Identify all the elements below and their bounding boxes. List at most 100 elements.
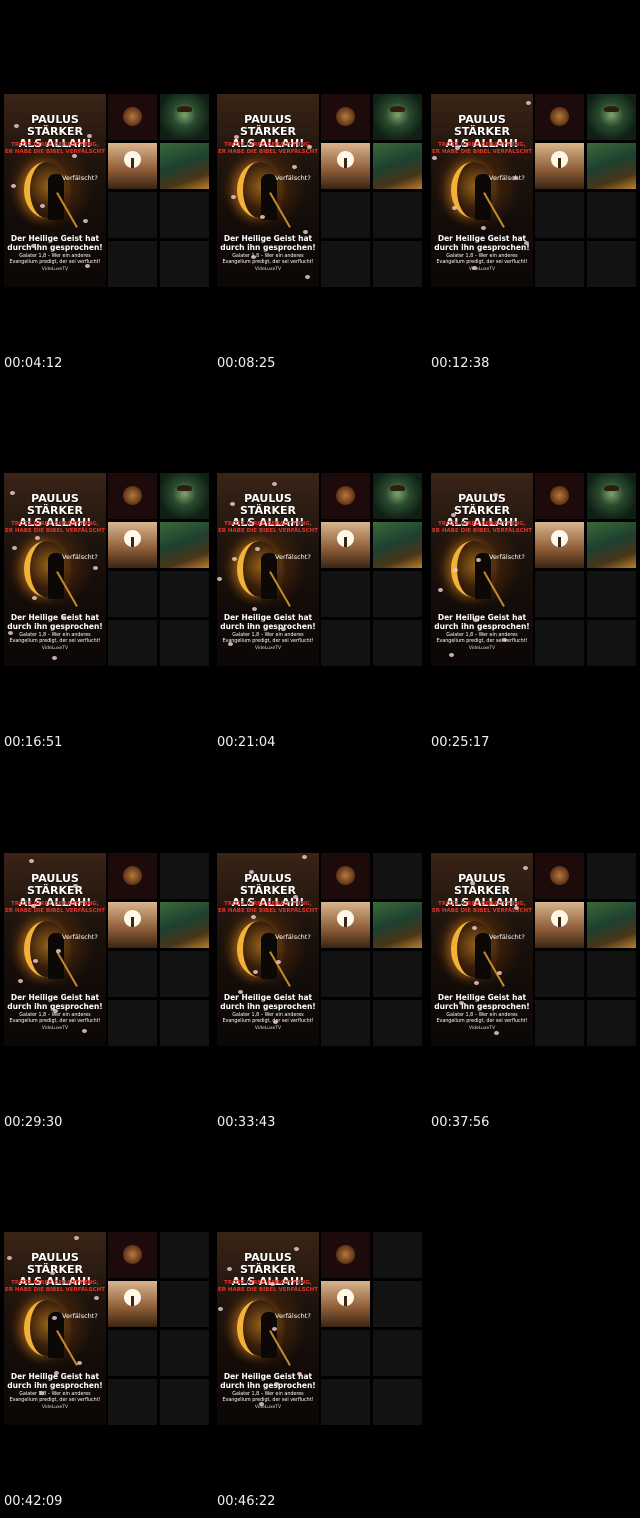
petal-decoration (31, 904, 36, 908)
side-tile (160, 143, 209, 189)
petal-decoration (40, 204, 45, 208)
petal-decoration (476, 558, 481, 562)
video-frame[interactable]: PAULUS STÄRKER ALS ALLAH! TROTZ IHRER BEHA… (4, 94, 214, 294)
petal-decoration (276, 960, 281, 964)
poster-headline-line2: durch ihn gesprochen! (220, 622, 316, 631)
poster-headline-line2: durch ihn gesprochen! (434, 622, 530, 631)
video-frame[interactable]: PAULUS STÄRKER ALS ALLAH! TROTZ IHRER BEHA… (431, 473, 640, 673)
poster-subtitle-line1: TROTZ IHRER BEHAUPTUNG, (11, 142, 99, 148)
side-tile (108, 951, 157, 997)
video-frame[interactable]: PAULUS STÄRKER ALS ALLAH! TROTZ IHRER BEHA… (4, 853, 214, 1053)
petal-decoration (438, 588, 443, 592)
emblem-icon (123, 486, 142, 505)
poster-headline-line1: Der Heilige Geist hat (223, 613, 313, 622)
poster-headline: Der Heilige Geist hat durch ihn gesproche… (4, 234, 106, 252)
side-tile (108, 1281, 157, 1327)
tree-icon (390, 106, 405, 112)
side-tile (160, 522, 209, 568)
poster-headline-line1: Der Heilige Geist hat (223, 1372, 313, 1381)
petal-decoration (52, 1316, 57, 1320)
side-tile (535, 94, 584, 140)
poster-subtitle-line1: TROTZ IHRER BEHAUPTUNG, (224, 1280, 312, 1286)
side-tile (321, 902, 370, 948)
petal-decoration (502, 638, 507, 642)
petal-decoration (481, 226, 486, 230)
timestamp-label: 00:29:30 (4, 1115, 63, 1130)
petal-decoration (514, 906, 519, 910)
poster-title-line1: PAULUS STÄRKER (239, 113, 297, 138)
petal-decoration (293, 895, 298, 899)
petal-decoration (54, 1371, 59, 1375)
petal-decoration (251, 915, 256, 919)
petal-decoration (50, 1271, 55, 1275)
side-tile (535, 143, 584, 189)
side-tile (535, 1000, 584, 1046)
poster-channel: VideLuxeTV (254, 646, 282, 651)
poster-question: Verfälscht? (489, 553, 525, 561)
poster-channel: VideLuxeTV (41, 1405, 69, 1410)
poster-title-line1: PAULUS STÄRKER (26, 872, 84, 897)
petal-decoration (523, 866, 528, 870)
side-tile (160, 1232, 209, 1278)
poster-subtitle-line2: ER HABE DIE BIBEL VERFÄLSCHT (217, 908, 318, 914)
tree-sun-icon (337, 1289, 354, 1306)
petal-decoration (234, 135, 239, 139)
poster-title-line1: PAULUS STÄRKER (239, 872, 297, 897)
video-frame[interactable]: PAULUS STÄRKER ALS ALLAH! TROTZ IHRER BEHA… (217, 1232, 427, 1432)
poster-subtitle: TROTZ IHRER BEHAUPTUNG, ER HABE DIE BIBEL… (431, 142, 533, 156)
side-tile (535, 951, 584, 997)
video-thumbnail: PAULUS STÄRKER ALS ALLAH! TROTZ IHRER BEHA… (217, 853, 319, 1046)
petal-decoration (8, 631, 13, 635)
petal-decoration (294, 1247, 299, 1251)
petal-decoration (73, 884, 78, 888)
emblem-icon (336, 486, 355, 505)
video-frame[interactable]: PAULUS STÄRKER ALS ALLAH! TROTZ IHRER BEHA… (4, 1232, 214, 1432)
poster-channel: VideLuxeTV (254, 267, 282, 272)
poster-title-line1: PAULUS STÄRKER (453, 872, 511, 897)
tree-icon (177, 485, 192, 491)
video-thumbnail: PAULUS STÄRKER ALS ALLAH! TROTZ IHRER BEHA… (4, 853, 106, 1046)
poster-subtitle-line2: ER HABE DIE BIBEL VERFÄLSCHT (217, 149, 318, 155)
side-tile (373, 241, 422, 287)
poster-verse: Galater 1,8 – Wer ein anderes Evangelium … (4, 1013, 106, 1025)
petal-decoration (281, 627, 286, 631)
emblem-icon (550, 866, 569, 885)
petal-decoration (255, 547, 260, 551)
video-thumbnail: PAULUS STÄRKER ALS ALLAH! TROTZ IHRER BEHA… (4, 1232, 106, 1425)
petal-decoration (270, 1282, 275, 1286)
poster-subtitle: TROTZ IHRER BEHAUPTUNG, ER HABE DIE BIBEL… (431, 521, 533, 535)
side-tile (160, 1379, 209, 1425)
side-tile (535, 522, 584, 568)
side-tile (373, 1379, 422, 1425)
emblem-icon (123, 1245, 142, 1264)
petal-decoration (260, 215, 265, 219)
petal-decoration (18, 979, 23, 983)
video-frame[interactable]: PAULUS STÄRKER ALS ALLAH! TROTZ IHRER BEHA… (217, 94, 427, 294)
timestamp-label: 00:42:09 (4, 1494, 63, 1509)
poster-verse-line2: Evangelium predigt, der sei verflucht! (222, 1398, 314, 1403)
side-tile (160, 1000, 209, 1046)
side-tile (373, 1281, 422, 1327)
video-thumbnail: PAULUS STÄRKER ALS ALLAH! TROTZ IHRER BEHA… (217, 1232, 319, 1425)
side-tile (160, 620, 209, 666)
poster-headline-line1: Der Heilige Geist hat (437, 234, 527, 243)
petal-decoration (231, 195, 236, 199)
poster-subtitle-line2: ER HABE DIE BIBEL VERFÄLSCHT (4, 528, 105, 534)
side-tile (108, 94, 157, 140)
emblem-icon (550, 486, 569, 505)
petal-decoration (11, 184, 16, 188)
side-tile (535, 571, 584, 617)
poster-verse-line2: Evangelium predigt, der sei verflucht! (9, 1398, 101, 1403)
video-frame[interactable]: PAULUS STÄRKER ALS ALLAH! TROTZ IHRER BEHA… (217, 473, 427, 673)
petal-decoration (29, 859, 34, 863)
poster-question: Verfälscht? (275, 174, 311, 182)
video-frame[interactable]: PAULUS STÄRKER ALS ALLAH! TROTZ IHRER BEHA… (431, 853, 640, 1053)
emblem-icon (123, 107, 142, 126)
video-frame[interactable]: PAULUS STÄRKER ALS ALLAH! TROTZ IHRER BEHA… (4, 473, 214, 673)
poster-headline-line1: Der Heilige Geist hat (223, 993, 313, 1002)
tree-sun-icon (551, 151, 568, 168)
poster-headline: Der Heilige Geist hat durch ihn gesproche… (431, 234, 533, 252)
video-frame[interactable]: PAULUS STÄRKER ALS ALLAH! TROTZ IHRER BEHA… (217, 853, 427, 1053)
side-tile (321, 1232, 370, 1278)
video-frame[interactable]: PAULUS STÄRKER ALS ALLAH! TROTZ IHRER BEHA… (431, 94, 640, 294)
